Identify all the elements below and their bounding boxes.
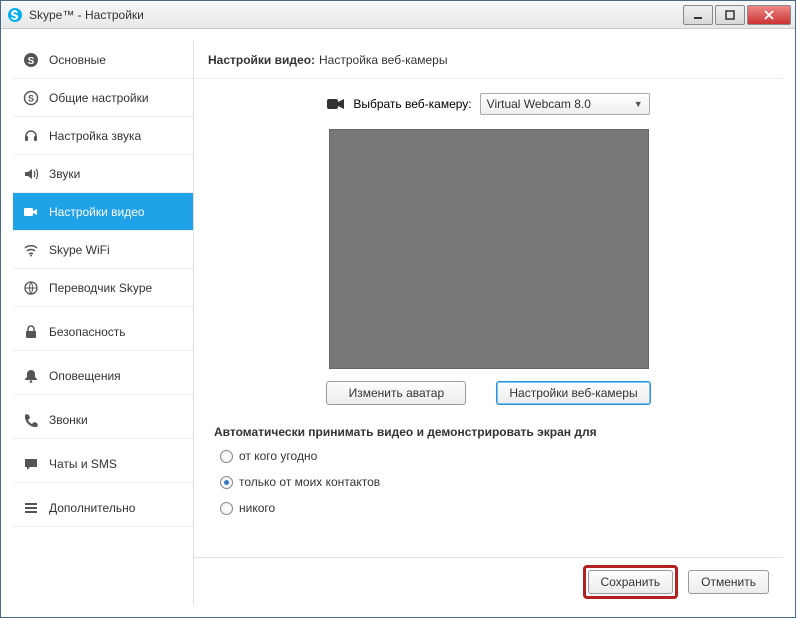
webcam-select-label: Выбрать веб-камеру:: [353, 97, 471, 111]
webcam-select[interactable]: Virtual Webcam 8.0 ▼: [480, 93, 650, 115]
camera-icon: [23, 204, 39, 220]
sidebar-label: Оповещения: [49, 369, 121, 383]
save-emphasis: Сохранить: [583, 565, 679, 599]
save-button[interactable]: Сохранить: [588, 570, 674, 594]
chat-icon: [23, 456, 39, 472]
change-avatar-button[interactable]: Изменить аватар: [326, 381, 466, 405]
speaker-icon: [23, 166, 39, 182]
content-pane: Настройки видео: Настройка веб-камеры Вы…: [193, 41, 783, 605]
webcam-row: Выбрать веб-камеру: Virtual Webcam 8.0 ▼: [214, 93, 763, 115]
skype-icon: S: [23, 52, 39, 68]
settings-window: Skype™ - Настройки S Основные S Общие на…: [0, 0, 796, 618]
client-area: S Основные S Общие настройки Настройка з…: [1, 29, 795, 617]
titlebar: Skype™ - Настройки: [1, 1, 795, 29]
footer: Сохранить Отменить: [194, 557, 783, 605]
headset-icon: [23, 128, 39, 144]
sidebar-item-video[interactable]: Настройки видео: [13, 193, 193, 231]
svg-text:S: S: [28, 93, 34, 103]
camera-icon: [327, 97, 345, 111]
sidebar-label: Настройка звука: [49, 129, 141, 143]
sidebar-label: Безопасность: [49, 325, 126, 339]
sidebar-item-audio[interactable]: Настройка звука: [13, 117, 193, 155]
minimize-button[interactable]: [683, 5, 713, 25]
wifi-icon: [23, 242, 39, 258]
sidebar-label: Общие настройки: [49, 91, 149, 105]
sidebar-item-notifications[interactable]: Оповещения: [13, 357, 193, 395]
sidebar-label: Звонки: [49, 413, 88, 427]
sidebar-label: Дополнительно: [49, 501, 135, 515]
close-button[interactable]: [747, 5, 791, 25]
sidebar-label: Основные: [49, 53, 106, 67]
skype-icon: S: [23, 90, 39, 106]
sidebar-item-sounds[interactable]: Звуки: [13, 155, 193, 193]
sidebar-label: Звуки: [49, 167, 80, 181]
header-title: Настройки видео:: [208, 53, 315, 67]
sidebar: S Основные S Общие настройки Настройка з…: [13, 41, 193, 605]
list-icon: [23, 500, 39, 516]
window-buttons: [681, 5, 791, 25]
sidebar-item-general-settings[interactable]: S Общие настройки: [13, 79, 193, 117]
phone-icon: [23, 412, 39, 428]
radio-icon: [220, 476, 233, 489]
radio-nobody[interactable]: никого: [214, 499, 763, 517]
chevron-down-icon: ▼: [634, 99, 643, 109]
radio-icon: [220, 502, 233, 515]
sidebar-label: Настройки видео: [49, 205, 145, 219]
auto-accept-heading: Автоматически принимать видео и демонстр…: [214, 425, 763, 439]
sidebar-label: Skype WiFi: [49, 243, 110, 257]
svg-text:S: S: [28, 56, 35, 67]
bell-icon: [23, 368, 39, 384]
sidebar-item-advanced[interactable]: Дополнительно: [13, 489, 193, 527]
maximize-button[interactable]: [715, 5, 745, 25]
sidebar-item-chats[interactable]: Чаты и SMS: [13, 445, 193, 483]
sidebar-label: Чаты и SMS: [49, 457, 117, 471]
radio-anyone[interactable]: от кого угодно: [214, 447, 763, 465]
webcam-select-value: Virtual Webcam 8.0: [487, 97, 591, 111]
sidebar-label: Переводчик Skype: [49, 281, 152, 295]
globe-icon: [23, 280, 39, 296]
sidebar-item-general-header[interactable]: S Основные: [13, 41, 193, 79]
sidebar-item-wifi[interactable]: Skype WiFi: [13, 231, 193, 269]
radio-label: никого: [239, 501, 275, 515]
header-subtitle: Настройка веб-камеры: [319, 53, 447, 67]
radio-icon: [220, 450, 233, 463]
cancel-button[interactable]: Отменить: [688, 570, 769, 594]
webcam-preview: [329, 129, 649, 369]
sidebar-item-calls[interactable]: Звонки: [13, 401, 193, 439]
preview-buttons: Изменить аватар Настройки веб-камеры: [214, 381, 763, 405]
sidebar-item-security[interactable]: Безопасность: [13, 313, 193, 351]
radio-label: от кого угодно: [239, 449, 317, 463]
radio-label: только от моих контактов: [239, 475, 380, 489]
window-title: Skype™ - Настройки: [29, 8, 681, 22]
content-body: Выбрать веб-камеру: Virtual Webcam 8.0 ▼…: [194, 79, 783, 557]
skype-logo-icon: [7, 7, 23, 23]
content-header: Настройки видео: Настройка веб-камеры: [194, 41, 783, 79]
webcam-settings-button[interactable]: Настройки веб-камеры: [496, 381, 650, 405]
sidebar-item-translator[interactable]: Переводчик Skype: [13, 269, 193, 307]
radio-contacts[interactable]: только от моих контактов: [214, 473, 763, 491]
lock-icon: [23, 324, 39, 340]
